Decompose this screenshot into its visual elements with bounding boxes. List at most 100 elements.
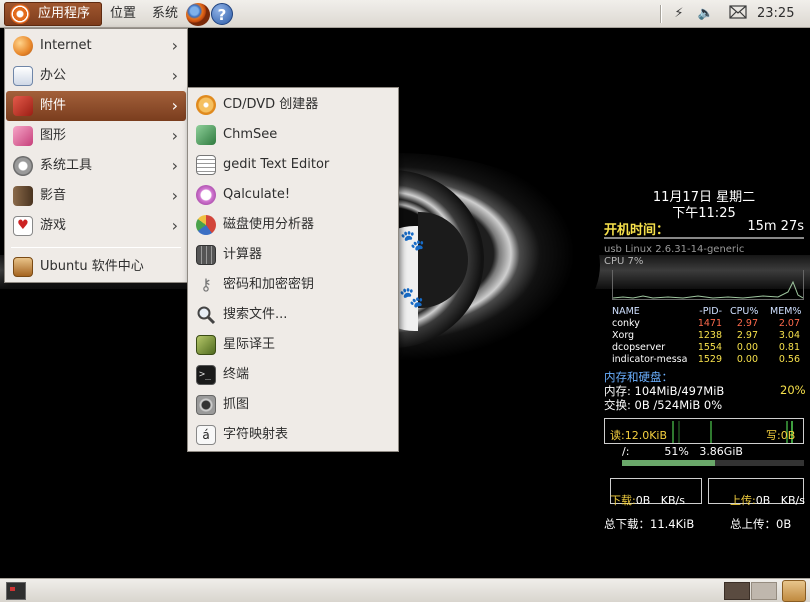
menu-item-label: 终端 bbox=[223, 367, 250, 382]
menu-item-accessories[interactable]: 附件 › bbox=[6, 91, 186, 121]
menu-item-search-files[interactable]: 搜索文件... bbox=[189, 300, 397, 330]
graphics-icon bbox=[13, 126, 33, 146]
menu-item-terminal[interactable]: >_ 终端 bbox=[189, 360, 397, 390]
menu-item-multimedia[interactable]: 影音 › bbox=[6, 181, 186, 211]
conky-uptime-value: 15m 27s bbox=[747, 219, 804, 234]
chmsee-icon bbox=[196, 125, 216, 145]
table-row: dcopserver 1554 0.00 0.81 bbox=[612, 342, 804, 354]
menu-item-games[interactable]: ♥ 游戏 › bbox=[6, 211, 186, 241]
menu-item-calculator[interactable]: 计算器 bbox=[189, 240, 397, 270]
terminal-icon: >_ bbox=[196, 365, 216, 385]
trash-icon[interactable] bbox=[782, 580, 806, 602]
menu-item-gedit[interactable]: gedit Text Editor bbox=[189, 150, 397, 180]
places-menu[interactable]: 位置 bbox=[104, 2, 142, 26]
dictionary-book-icon bbox=[196, 335, 216, 355]
chevron-right-icon: › bbox=[171, 216, 178, 235]
upload-value: 0B KB/s bbox=[755, 494, 805, 507]
menu-item-screenshot[interactable]: 抓图 bbox=[189, 390, 397, 420]
process-header-row: NAME -PID- CPU% MEM% bbox=[612, 306, 804, 318]
mail-indicator-icon[interactable] bbox=[728, 5, 748, 23]
menu-item-stardict[interactable]: 星际译王 bbox=[189, 330, 397, 360]
conky-io-read: 读:12.0KiB bbox=[610, 429, 668, 442]
clock[interactable]: 23:25 bbox=[757, 2, 794, 26]
menu-item-chmsee[interactable]: ChmSee bbox=[189, 120, 397, 150]
menu-item-label: Ubuntu 软件中心 bbox=[40, 259, 144, 274]
process-header-mem: MEM% bbox=[770, 306, 802, 317]
accessories-icon bbox=[13, 96, 33, 116]
process-name: indicator-messa bbox=[612, 354, 688, 365]
keys-icon: ⚷ bbox=[200, 275, 212, 294]
menu-item-label: 游戏 bbox=[40, 218, 67, 233]
menu-item-label: CD/DVD 创建器 bbox=[223, 97, 319, 112]
conky-upload-rate: 上传:0B KB/s bbox=[730, 492, 805, 508]
chevron-right-icon: › bbox=[171, 126, 178, 145]
conky-swap-line: 交换: 0B /524MiB 0% bbox=[604, 398, 723, 412]
process-mem: 0.56 bbox=[778, 354, 800, 365]
firefox-launcher-icon[interactable] bbox=[186, 3, 210, 26]
download-value: 0B KB/s bbox=[635, 494, 685, 507]
menu-item-label: 搜索文件... bbox=[223, 307, 288, 322]
menu-item-label: Internet bbox=[40, 38, 92, 53]
workspace-1[interactable] bbox=[724, 582, 750, 600]
menu-item-label: 附件 bbox=[40, 98, 67, 113]
conky-memory-percent: 20% bbox=[780, 383, 806, 397]
menu-separator bbox=[11, 247, 181, 248]
conky-root-bar-fill bbox=[622, 460, 715, 466]
conky-total-upload: 总上传：0B bbox=[730, 517, 792, 531]
menu-item-software-center[interactable]: Ubuntu 软件中心 bbox=[6, 252, 186, 282]
network-icon[interactable]: ⚡ bbox=[670, 5, 688, 23]
conky-divider bbox=[604, 237, 804, 239]
process-mem: 3.04 bbox=[778, 330, 800, 341]
chevron-right-icon: › bbox=[171, 156, 178, 175]
menu-item-office[interactable]: 办公 › bbox=[6, 61, 186, 91]
menu-item-label: 系统工具 bbox=[40, 158, 93, 173]
chevron-right-icon: › bbox=[171, 66, 178, 85]
qalculate-icon bbox=[196, 185, 216, 205]
help-launcher-icon[interactable]: ? bbox=[211, 3, 233, 25]
menu-item-internet[interactable]: Internet › bbox=[6, 31, 186, 61]
menu-item-label: 磁盘使用分析器 bbox=[223, 217, 315, 232]
menu-item-label: ChmSee bbox=[223, 127, 278, 142]
menu-item-label: 图形 bbox=[40, 128, 67, 143]
software-center-icon bbox=[13, 257, 33, 277]
conky-cpu-line: CPU 7% bbox=[604, 256, 644, 267]
menu-item-label: 办公 bbox=[40, 68, 67, 83]
bottom-panel bbox=[0, 578, 810, 602]
table-row: conky 1471 2.97 2.07 bbox=[612, 318, 804, 330]
menu-item-graphics[interactable]: 图形 › bbox=[6, 121, 186, 151]
multimedia-icon bbox=[13, 186, 33, 206]
menu-item-cd-dvd-creator[interactable]: CD/DVD 创建器 bbox=[189, 90, 397, 120]
process-cpu: 2.97 bbox=[736, 318, 758, 329]
menu-item-character-map[interactable]: á 字符映射表 bbox=[189, 420, 397, 450]
show-desktop-icon[interactable] bbox=[6, 582, 26, 600]
workspace-2[interactable] bbox=[751, 582, 777, 600]
gnome-foot-icon: 🐾 bbox=[399, 285, 424, 309]
conky-io-write: 写:0B bbox=[766, 429, 796, 442]
conky-kernel-line: usb Linux 2.6.31-14-generic bbox=[604, 244, 745, 255]
upload-label: 上传: bbox=[730, 494, 756, 507]
table-row: indicator-messa 1529 0.00 0.56 bbox=[612, 354, 804, 366]
process-name: dcopserver bbox=[612, 342, 666, 353]
process-mem: 2.07 bbox=[778, 318, 800, 329]
text-editor-icon bbox=[196, 155, 216, 175]
table-row: Xorg 1238 2.97 3.04 bbox=[612, 330, 804, 342]
menu-item-passwords-keys[interactable]: ⚷ 密码和加密密钥 bbox=[189, 270, 397, 300]
gnome-foot-icon: 🐾 bbox=[400, 228, 425, 252]
process-mem: 0.81 bbox=[778, 342, 800, 353]
volume-icon[interactable]: 🔈 bbox=[697, 5, 715, 23]
menu-item-qalculate[interactable]: Qalculate! bbox=[189, 180, 397, 210]
process-header-cpu: CPU% bbox=[730, 306, 759, 317]
process-name: conky bbox=[612, 318, 640, 329]
menu-item-label: 星际译王 bbox=[223, 337, 276, 352]
office-icon bbox=[13, 66, 33, 86]
character-map-icon: á bbox=[196, 425, 216, 445]
process-pid: 1554 bbox=[697, 342, 722, 353]
chevron-right-icon: › bbox=[171, 186, 178, 205]
menu-item-disk-usage-analyzer[interactable]: 磁盘使用分析器 bbox=[189, 210, 397, 240]
system-menu[interactable]: 系统 bbox=[146, 2, 184, 26]
download-label: 下载: bbox=[610, 494, 636, 507]
menu-item-system-tools[interactable]: 系统工具 › bbox=[6, 151, 186, 181]
menu-item-label: 密码和加密密钥 bbox=[223, 277, 315, 292]
process-header-pid: -PID- bbox=[699, 306, 722, 317]
process-cpu: 0.00 bbox=[736, 342, 758, 353]
